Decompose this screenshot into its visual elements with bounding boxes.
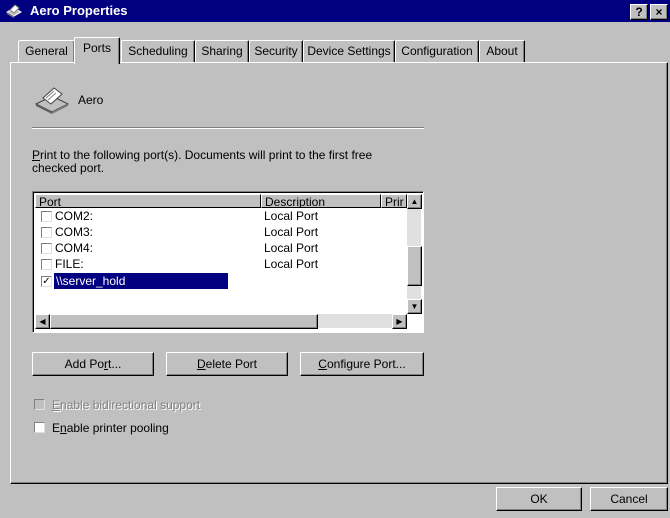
tab-about[interactable]: About [479,40,525,62]
scroll-right-button[interactable]: ▶ [392,314,407,329]
vertical-scrollbar[interactable]: ▲ ▼ [407,194,422,314]
list-item-selected[interactable]: ✓ \\server_hold [39,273,399,289]
list-item[interactable]: COM4: Local Port [39,240,399,256]
printer-icon [5,4,23,18]
port-name: \\server_hold [54,273,228,289]
horizontal-scrollbar[interactable]: ◀ ▶ [35,314,407,329]
port-name: COM2: [55,209,94,223]
delete-port-button[interactable]: Delete Port [166,352,288,376]
window-title: Aero Properties [30,3,128,18]
title-bar[interactable]: Aero Properties ? × [0,0,670,22]
port-checkbox-checked[interactable]: ✓ [41,276,52,287]
list-item[interactable]: COM3: Local Port [39,224,399,240]
instruction-mnemonic: P [32,148,41,162]
ok-button[interactable]: OK [496,487,582,511]
column-header-printer[interactable]: Prir [381,194,407,208]
configure-port-button[interactable]: Configure Port... [300,352,424,376]
tab-general[interactable]: General [18,40,75,62]
scroll-thumb[interactable] [407,246,422,286]
port-checkbox[interactable] [41,211,52,222]
port-description: Local Port [264,257,319,271]
port-description: Local Port [264,225,319,239]
cancel-button[interactable]: Cancel [590,487,668,511]
pooling-checkbox[interactable] [34,422,45,433]
port-description: Local Port [264,241,319,255]
scroll-up-button[interactable]: ▲ [407,194,422,209]
port-name: FILE: [55,257,84,271]
port-name: COM3: [55,225,94,239]
close-button[interactable]: × [650,4,668,20]
port-checkbox[interactable] [41,243,52,254]
tab-scheduling[interactable]: Scheduling [121,40,195,62]
column-header-port[interactable]: Port [35,194,261,208]
tab-configuration[interactable]: Configuration [395,40,479,62]
add-port-button[interactable]: Add Port... [32,352,154,376]
instruction-line1: rint to the following port(s). Documents… [40,148,373,162]
bidirectional-checkbox [34,399,45,410]
printer-name: Aero [78,93,104,107]
port-name: COM4: [55,241,94,255]
list-item[interactable]: FILE: Local Port [39,256,399,272]
tab-ports[interactable]: Ports [74,37,120,64]
scroll-left-button[interactable]: ◀ [35,314,50,329]
instruction-line2: checked port. [32,161,105,175]
help-button[interactable]: ? [630,4,648,20]
column-header-description[interactable]: Description [261,194,381,208]
port-checkbox[interactable] [41,227,52,238]
bidirectional-label: Enable bidirectional support [52,398,201,412]
list-item[interactable]: COM2: Local Port [39,208,399,224]
printer-icon [34,87,70,114]
scroll-down-button[interactable]: ▼ [407,299,422,314]
ports-list[interactable]: Port Description Prir COM2: Local Port C… [32,191,424,333]
divider [32,127,424,129]
pooling-label[interactable]: Enable printer pooling [52,421,169,435]
horizontal-scroll-thumb[interactable] [50,314,318,329]
tab-security[interactable]: Security [249,40,303,62]
port-description: Local Port [264,209,319,223]
port-checkbox[interactable] [41,259,52,270]
tab-device-settings[interactable]: Device Settings [303,40,395,62]
tab-sharing[interactable]: Sharing [195,40,249,62]
instruction-text: Print to the following port(s). Document… [32,149,372,175]
